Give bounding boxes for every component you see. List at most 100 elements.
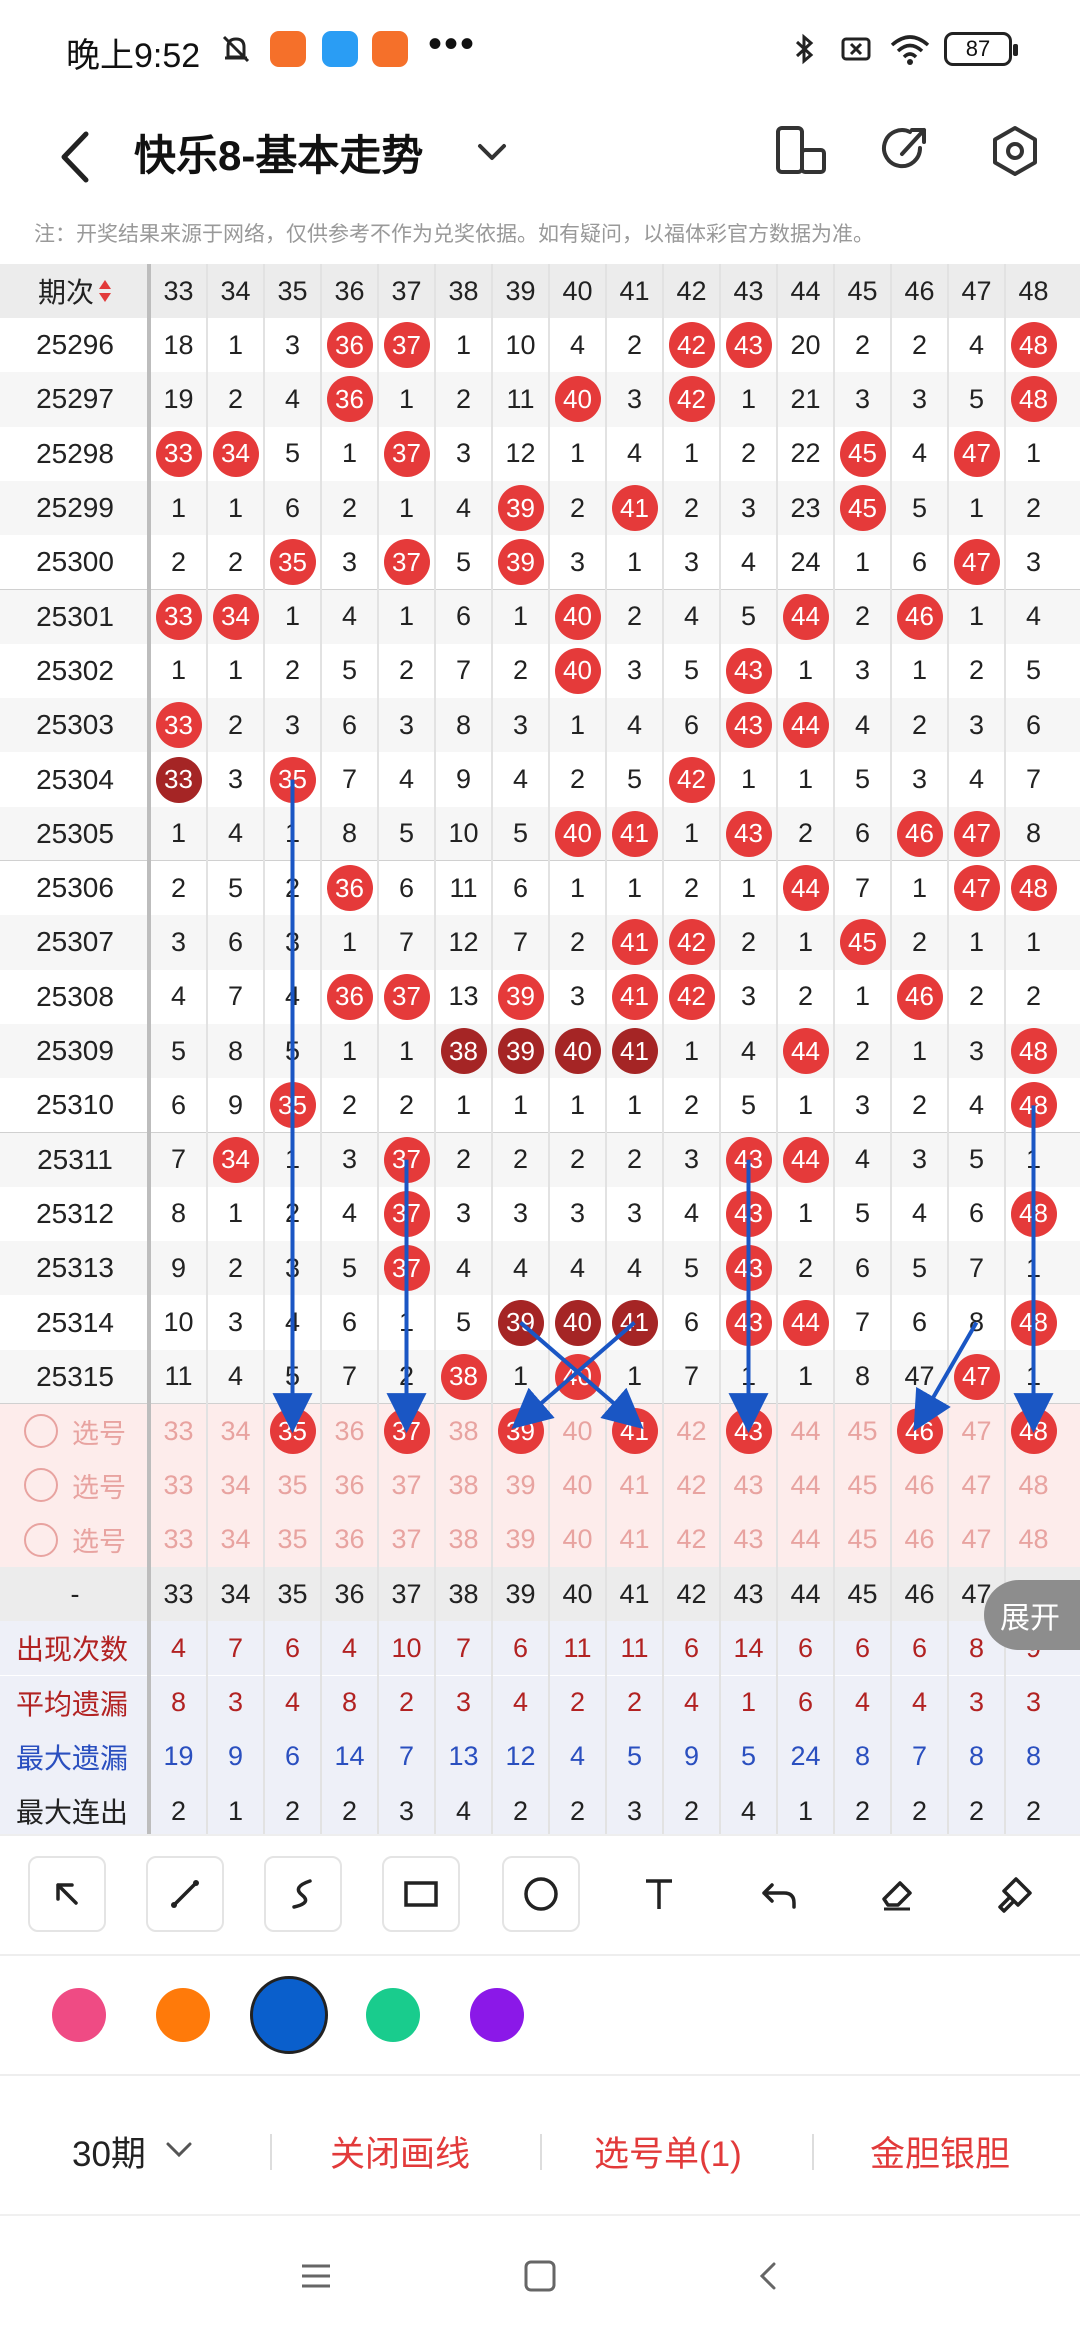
- settings-icon[interactable]: [980, 116, 1050, 186]
- period-column-header[interactable]: 期次: [0, 264, 150, 318]
- pick-number-cell[interactable]: 42: [663, 1458, 720, 1512]
- pick-number-cell[interactable]: 44: [777, 1513, 834, 1567]
- pick-number-cell[interactable]: 41: [606, 1404, 663, 1458]
- color-swatch[interactable]: [52, 1988, 106, 2042]
- pick-number-cell[interactable]: 35: [264, 1458, 321, 1512]
- pick-number-cell[interactable]: 38: [435, 1458, 492, 1512]
- sort-icon[interactable]: [98, 278, 112, 304]
- pick-row-label[interactable]: 选号: [0, 1404, 150, 1458]
- share-icon[interactable]: [870, 116, 940, 186]
- selected-number-ball[interactable]: 43: [725, 1408, 772, 1455]
- pick-number-cell[interactable]: 37: [378, 1513, 435, 1567]
- pick-number-cell[interactable]: 40: [549, 1458, 606, 1512]
- pick-number-cell[interactable]: 41: [606, 1458, 663, 1512]
- radio-icon[interactable]: [24, 1414, 58, 1449]
- expand-button[interactable]: 展开: [984, 1580, 1080, 1650]
- pick-number-cell[interactable]: 47: [948, 1513, 1005, 1567]
- miss-count: 4: [911, 1198, 928, 1229]
- pick-number-cell[interactable]: 45: [834, 1458, 891, 1512]
- pick-number-cell[interactable]: 40: [549, 1404, 606, 1458]
- pick-number-cell[interactable]: 34: [207, 1458, 264, 1512]
- miss-count: 2: [341, 492, 358, 523]
- radio-icon[interactable]: [24, 1468, 58, 1503]
- pick-number-cell[interactable]: 36: [321, 1404, 378, 1458]
- pick-number-cell[interactable]: 35: [264, 1513, 321, 1567]
- pick-number-cell[interactable]: 46: [891, 1404, 948, 1458]
- back-icon[interactable]: [50, 122, 110, 192]
- number-cell: 2: [264, 1187, 321, 1241]
- pick-number-cell[interactable]: 42: [663, 1513, 720, 1567]
- stats-value: 9: [683, 1741, 700, 1772]
- pick-number-cell[interactable]: 36: [321, 1513, 378, 1567]
- pick-number-cell[interactable]: 43: [720, 1513, 777, 1567]
- pick-number-cell[interactable]: 40: [549, 1513, 606, 1567]
- pick-number-cell[interactable]: 38: [435, 1513, 492, 1567]
- pick-number-cell[interactable]: 37: [378, 1404, 435, 1458]
- miss-count: 3: [512, 709, 529, 740]
- pick-number-cell[interactable]: 45: [834, 1404, 891, 1458]
- rectangle-tool-button[interactable]: [382, 1856, 460, 1932]
- drawn-number-ball: 44: [782, 865, 829, 912]
- pick-row-label[interactable]: 选号: [0, 1458, 150, 1512]
- pick-number-cell[interactable]: 37: [378, 1458, 435, 1512]
- pick-number-cell[interactable]: 38: [435, 1404, 492, 1458]
- line-tool-button[interactable]: [146, 1856, 224, 1932]
- pick-number-cell[interactable]: 39: [492, 1513, 549, 1567]
- selected-number-ball[interactable]: 46: [896, 1408, 943, 1455]
- pick-number-cell[interactable]: 48: [1005, 1513, 1062, 1567]
- pick-number-cell[interactable]: 35: [264, 1404, 321, 1458]
- color-swatch-selected[interactable]: [250, 1976, 328, 2054]
- pick-number-cell[interactable]: 34: [207, 1404, 264, 1458]
- menu-icon[interactable]: [296, 2256, 336, 2296]
- pick-number-cell[interactable]: 44: [777, 1458, 834, 1512]
- chevron-down-icon[interactable]: [470, 130, 514, 174]
- curve-tool-button[interactable]: [264, 1856, 342, 1932]
- color-swatch[interactable]: [366, 1988, 420, 2042]
- selected-number-ball[interactable]: 39: [497, 1408, 544, 1455]
- color-swatch[interactable]: [156, 1988, 210, 2042]
- clear-brush-button[interactable]: [976, 1856, 1054, 1932]
- pick-number-cell[interactable]: 44: [777, 1404, 834, 1458]
- color-swatch[interactable]: [470, 1988, 524, 2042]
- selected-number-ball[interactable]: 35: [269, 1408, 316, 1455]
- pick-number: 43: [733, 1469, 764, 1500]
- pick-number-cell[interactable]: 33: [150, 1458, 207, 1512]
- home-icon[interactable]: [520, 2256, 560, 2296]
- pick-number-cell[interactable]: 33: [150, 1404, 207, 1458]
- pick-number-cell[interactable]: 48: [1005, 1458, 1062, 1512]
- selected-number-ball[interactable]: 48: [1010, 1408, 1057, 1455]
- pick-number-cell[interactable]: 33: [150, 1513, 207, 1567]
- selected-number-ball[interactable]: 37: [383, 1408, 430, 1455]
- nav-back-icon[interactable]: [748, 2256, 788, 2296]
- pick-number-cell[interactable]: 48: [1005, 1404, 1062, 1458]
- pick-number-cell[interactable]: 39: [492, 1458, 549, 1512]
- selected-number-ball[interactable]: 41: [611, 1408, 658, 1455]
- close-drawing-button[interactable]: 关闭画线: [330, 2126, 470, 2177]
- eraser-button[interactable]: [858, 1856, 936, 1932]
- pick-number-cell[interactable]: 45: [834, 1513, 891, 1567]
- pick-number-cell[interactable]: 36: [321, 1458, 378, 1512]
- undo-button[interactable]: [740, 1856, 818, 1932]
- pick-number-cell[interactable]: 43: [720, 1458, 777, 1512]
- golden-silver-button[interactable]: 金胆银胆: [870, 2126, 1010, 2177]
- phone-rotate-icon[interactable]: [764, 116, 834, 186]
- pick-number-cell[interactable]: 47: [948, 1458, 1005, 1512]
- pick-number-cell[interactable]: 41: [606, 1513, 663, 1567]
- pick-row-label[interactable]: 选号: [0, 1513, 150, 1567]
- arrow-tool-button[interactable]: [28, 1856, 106, 1932]
- pick-number-cell[interactable]: 47: [948, 1404, 1005, 1458]
- circle-tool-button[interactable]: [502, 1856, 580, 1932]
- pick-number-cell[interactable]: 39: [492, 1404, 549, 1458]
- pick-list-button[interactable]: 选号单(1): [594, 2126, 742, 2177]
- radio-icon[interactable]: [24, 1522, 58, 1557]
- column-header-33: 33: [150, 264, 207, 318]
- period-selector[interactable]: 30期: [72, 2126, 146, 2177]
- chevron-down-icon[interactable]: [162, 2138, 196, 2162]
- text-tool-button[interactable]: [620, 1856, 698, 1932]
- pick-number-cell[interactable]: 43: [720, 1404, 777, 1458]
- page-title[interactable]: 快乐8-基本走势: [134, 114, 423, 198]
- pick-number-cell[interactable]: 46: [891, 1458, 948, 1512]
- pick-number-cell[interactable]: 42: [663, 1404, 720, 1458]
- pick-number-cell[interactable]: 34: [207, 1513, 264, 1567]
- pick-number-cell[interactable]: 46: [891, 1513, 948, 1567]
